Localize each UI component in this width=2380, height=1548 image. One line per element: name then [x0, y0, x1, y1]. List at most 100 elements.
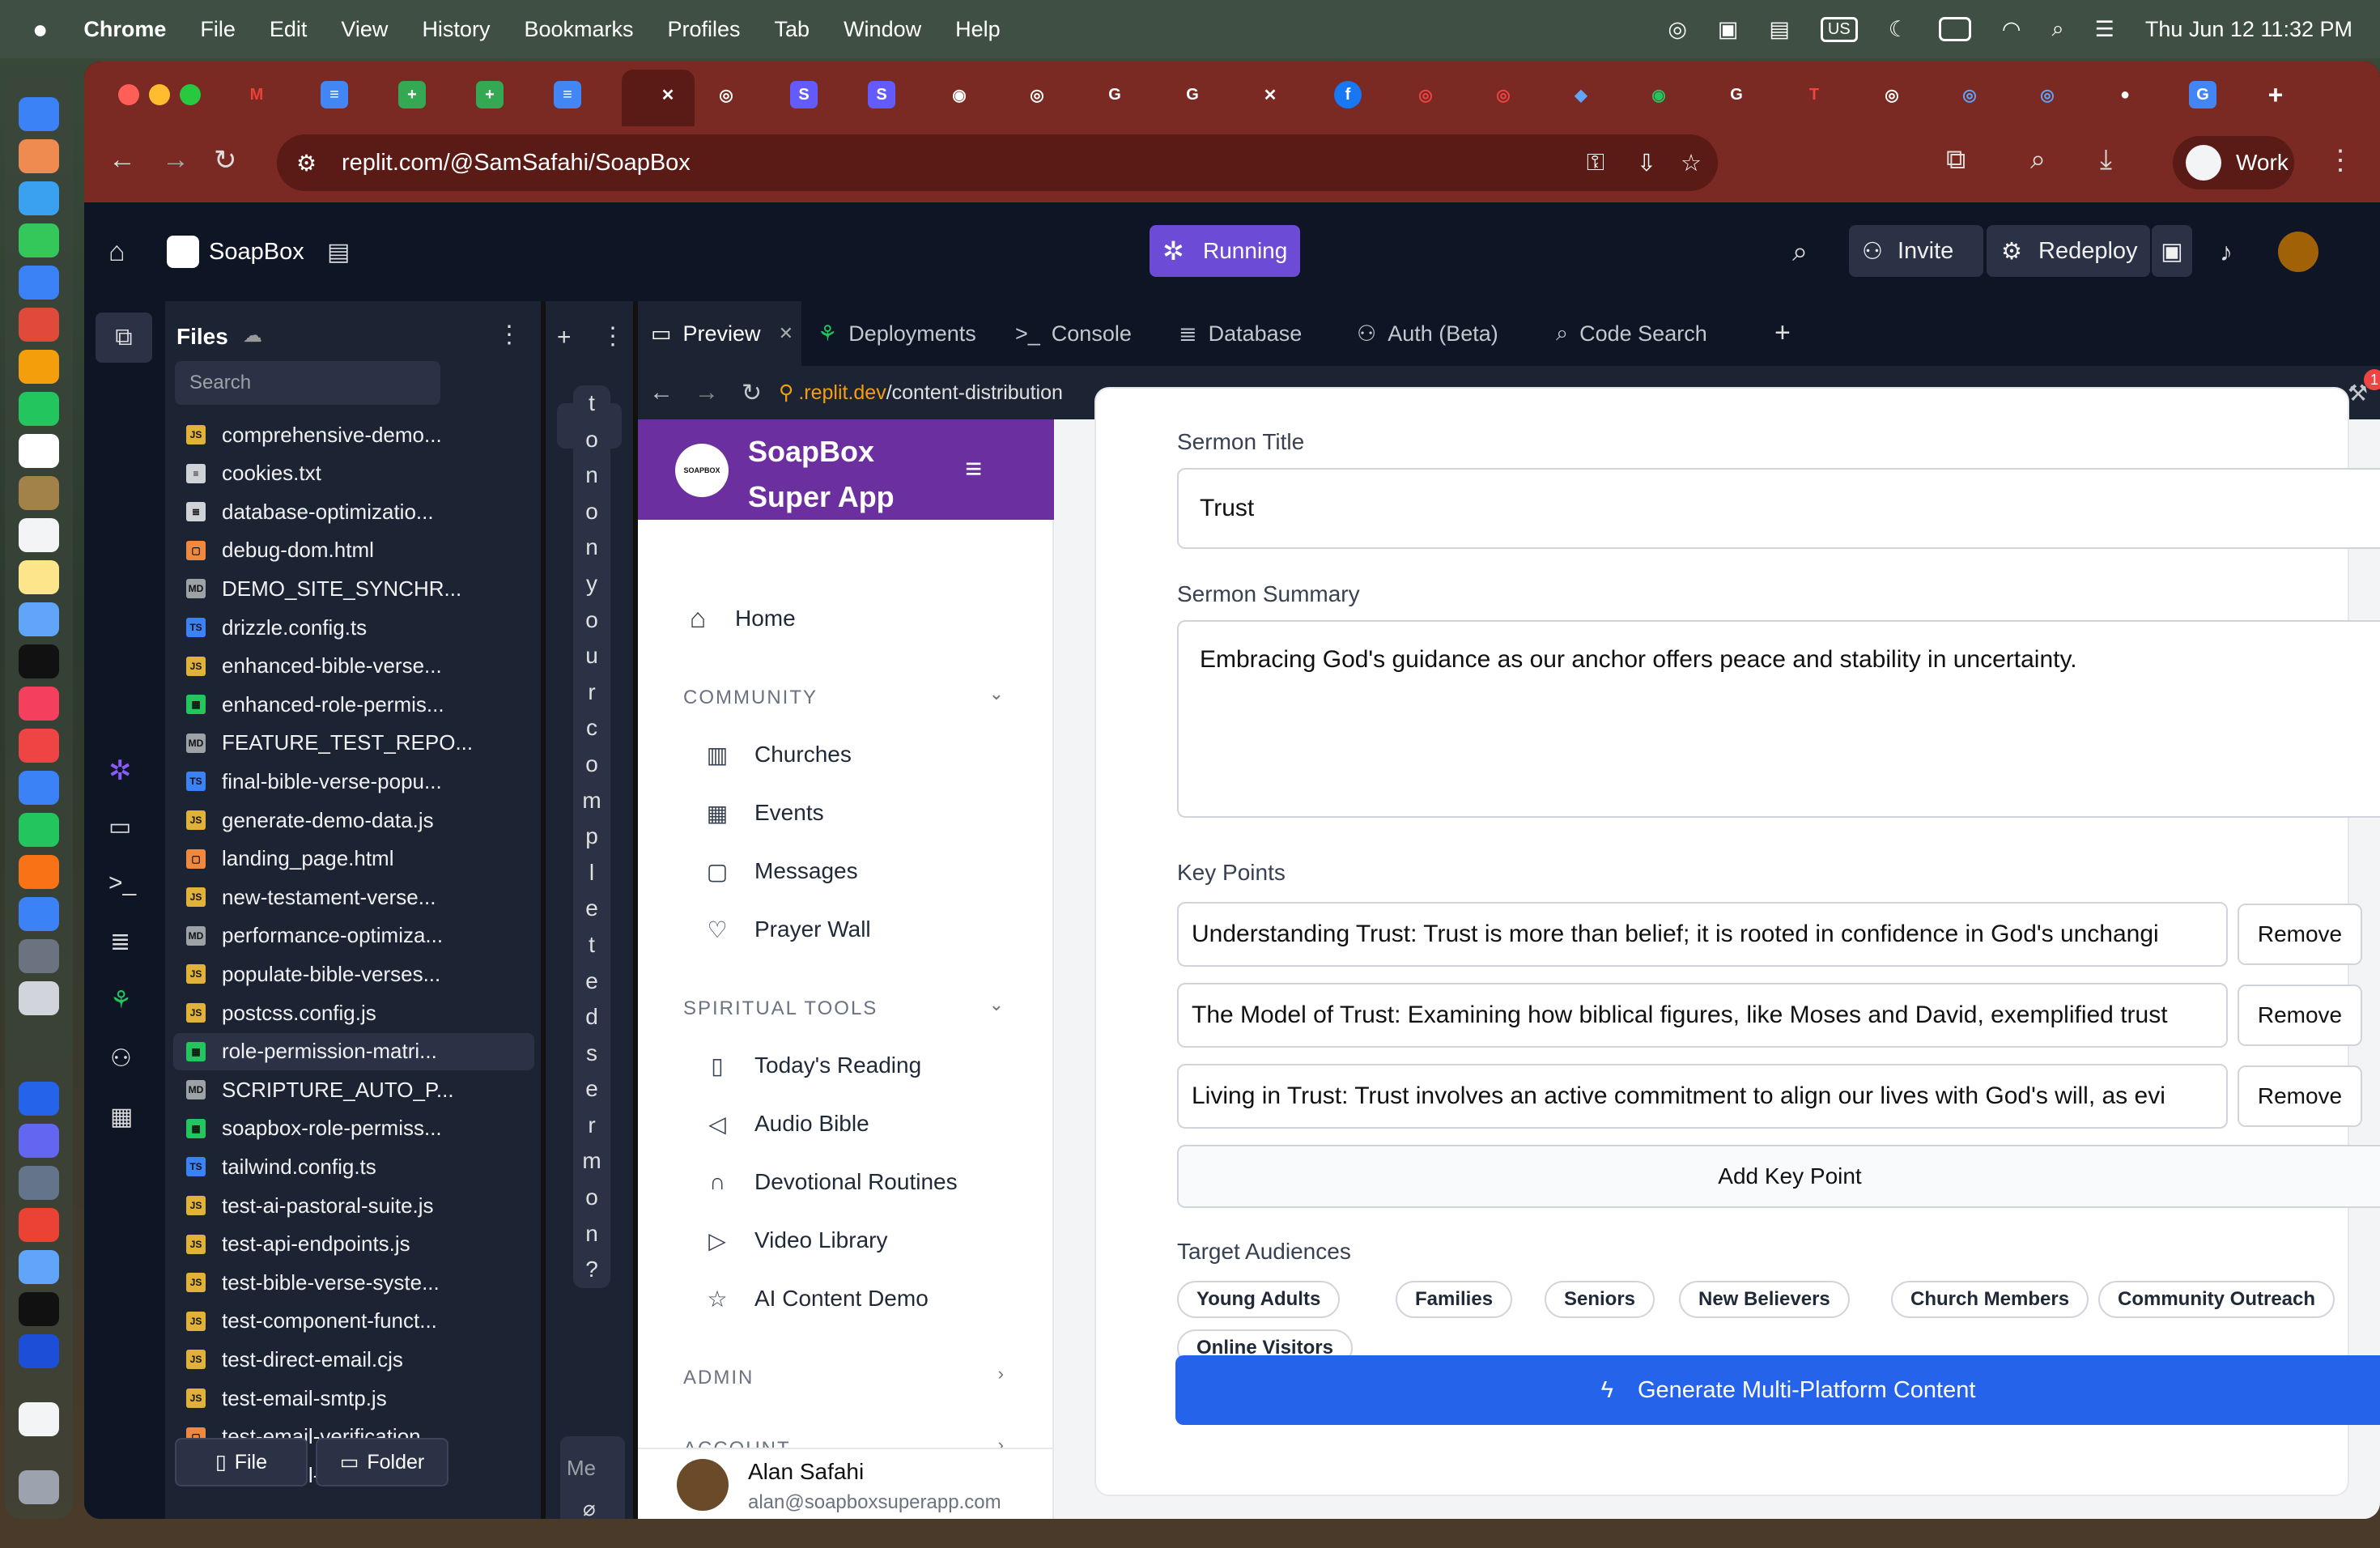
file-search-input[interactable]: Search — [175, 361, 440, 405]
preview-reload-icon[interactable]: ↻ — [742, 379, 762, 407]
file-item[interactable]: ▦ enhanced-role-permis... — [173, 686, 534, 723]
keyboard-input-indicator[interactable]: US — [1820, 16, 1858, 42]
close-tab-icon[interactable]: ✕ — [779, 323, 793, 344]
mail-icon[interactable] — [19, 266, 59, 300]
run-status-button[interactable]: ✲ Running — [1150, 225, 1300, 277]
file-item[interactable]: JS comprehensive-demo... — [173, 416, 534, 453]
nav-messages[interactable]: ▢ Messages — [703, 857, 858, 886]
file-item[interactable]: JS test-ai-pastoral-suite.js — [173, 1187, 534, 1224]
more-menu-icon[interactable]: ⋮ — [2327, 144, 2354, 176]
audience-chip[interactable]: Families — [1396, 1281, 1513, 1318]
project-name[interactable]: SoapBox — [209, 239, 304, 266]
hamburger-icon[interactable]: ≡ — [965, 452, 982, 486]
file-item[interactable]: MD DEMO_SITE_SYNCHR... — [173, 570, 534, 607]
safari-icon[interactable] — [19, 181, 59, 215]
menu-history[interactable]: History — [422, 17, 490, 42]
chromium-icon[interactable]: ◉ — [1645, 81, 1672, 108]
file-item[interactable]: ▢ debug-dom.html — [173, 532, 534, 569]
section-admin[interactable]: ADMIN — [683, 1367, 754, 1389]
file-item[interactable]: ▢ landing_page.html — [173, 840, 534, 878]
reload-icon[interactable]: ↻ — [214, 144, 237, 176]
docs-icon[interactable]: ≡ — [321, 81, 348, 108]
control-center-icon[interactable]: ☰ — [2095, 17, 2114, 42]
freeform-icon[interactable] — [19, 602, 59, 636]
news-icon[interactable] — [19, 729, 59, 763]
gsuite-icon[interactable]: G — [2189, 81, 2216, 108]
file-item[interactable]: ≣ database-optimizatio... — [173, 493, 534, 530]
remove-key-point-button[interactable]: Remove — [2238, 904, 2362, 965]
reminders-icon[interactable] — [19, 518, 59, 552]
chromium-icon[interactable]: ◉ — [946, 81, 973, 108]
sheets-icon[interactable]: + — [476, 81, 504, 108]
bookmark-star-icon[interactable]: ☆ — [1681, 149, 1702, 177]
new-tab-icon[interactable]: + — [2262, 80, 2289, 109]
install-app-icon[interactable]: ⇩ — [1637, 149, 1656, 177]
new-file-button[interactable]: ▯ File — [175, 1438, 308, 1486]
moon-icon[interactable]: ☾ — [1889, 17, 1908, 42]
new-folder-button[interactable]: ▭ Folder — [316, 1438, 448, 1486]
menu-tab[interactable]: Tab — [775, 17, 810, 42]
status-icon[interactable]: ◎ — [1668, 17, 1687, 42]
google-icon[interactable]: G — [1101, 81, 1128, 108]
address-bar[interactable]: ⚙ replit.com/@SamSafahi/SoapBox ⚿ ⇩ ☆ — [277, 134, 1718, 191]
preview-forward-icon[interactable]: → — [695, 379, 719, 406]
new-chat-icon[interactable]: + — [557, 324, 572, 351]
add-tab-icon[interactable]: + — [1774, 317, 1791, 349]
tab-code-search[interactable]: ⌕ Code Search — [1543, 301, 1740, 366]
agent-icon[interactable]: ✲ — [108, 755, 132, 787]
settings-icon[interactable] — [19, 939, 59, 973]
forward-icon[interactable]: → — [162, 144, 189, 176]
menu-file[interactable]: File — [200, 17, 236, 42]
user-profile[interactable]: Alan Safahi alan@soapboxsuperapp.com — [638, 1448, 1052, 1519]
nav-ai-content-demo[interactable]: ☆ AI Content Demo — [703, 1284, 928, 1313]
file-item[interactable]: TS tailwind.config.ts — [173, 1148, 534, 1185]
stripe-icon[interactable]: S — [790, 81, 818, 108]
openai-icon[interactable]: ◎ — [2034, 81, 2061, 108]
github-icon[interactable]: ● — [2111, 81, 2139, 108]
menu-edit[interactable]: Edit — [270, 17, 308, 42]
password-key-icon[interactable]: ⚿ — [1587, 150, 1604, 176]
file-item[interactable]: JS test-direct-email.cjs — [173, 1341, 534, 1378]
search-icon[interactable]: ⌕ — [1792, 236, 1808, 268]
file-item[interactable]: MD FEATURE_TEST_REPO... — [173, 725, 534, 762]
all-tools-icon[interactable]: ▦ — [110, 1103, 133, 1131]
extensions-icon[interactable]: ⧉ — [1946, 144, 1966, 176]
zoom-window-button[interactable] — [180, 84, 201, 105]
key-point-input[interactable]: Understanding Trust: Trust is more than … — [1177, 902, 2228, 967]
audience-chip[interactable]: Young Adults — [1177, 1281, 1341, 1318]
numbers-icon[interactable] — [19, 813, 59, 847]
facetime-icon[interactable] — [19, 392, 59, 426]
close-window-button[interactable] — [118, 84, 139, 105]
outlook-icon[interactable]: ▣ — [1718, 17, 1739, 42]
file-item[interactable]: JS test-email-smtp.js — [173, 1380, 534, 1417]
file-item[interactable]: TS drizzle.config.ts — [173, 609, 534, 646]
dropbox-icon[interactable]: ◆ — [1567, 81, 1595, 108]
file-item[interactable]: JS populate-bible-verses... — [173, 955, 534, 993]
apple-icon[interactable]: ● — [32, 15, 48, 45]
audience-chip[interactable]: Community Outreach — [2098, 1281, 2335, 1318]
menu-help[interactable]: Help — [955, 17, 1001, 42]
chevron-down-icon[interactable]: ⌄ — [989, 683, 1004, 704]
remove-key-point-button[interactable]: Remove — [2238, 1065, 2362, 1127]
sermon-summary-textarea[interactable]: Embracing God's guidance as our anchor o… — [1177, 620, 2380, 818]
deployments-toggle-button[interactable]: ▣ — [2152, 225, 2192, 277]
file-item[interactable]: ▦ role-permission-matri... — [173, 1032, 534, 1070]
openai-icon[interactable]: ◎ — [712, 81, 740, 108]
audience-chip[interactable]: Church Members — [1891, 1281, 2089, 1318]
back-icon[interactable]: ← — [108, 144, 136, 176]
deployments-icon[interactable]: ⚘ — [110, 986, 132, 1014]
nav-audio-bible[interactable]: ◁ Audio Bible — [703, 1109, 869, 1138]
project-info-icon[interactable]: ▤ — [327, 238, 350, 266]
file-item[interactable]: JS postcss.config.js — [173, 994, 534, 1031]
chevron-down-icon[interactable]: ⌄ — [989, 994, 1004, 1015]
section-community[interactable]: COMMUNITY — [683, 687, 818, 709]
target-icon[interactable]: ◎ — [1412, 81, 1439, 108]
document-icon[interactable] — [19, 1402, 59, 1436]
auth-icon[interactable]: ⚇ — [110, 1044, 132, 1073]
tab-deployments[interactable]: ⚘ Deployments — [805, 301, 999, 366]
tab-preview[interactable]: ▭ Preview ✕ — [638, 301, 801, 366]
chrome-app-icon[interactable] — [19, 1208, 59, 1242]
maps-icon[interactable] — [19, 1250, 59, 1284]
file-item[interactable]: JS test-api-endpoints.js — [173, 1226, 534, 1263]
google-icon[interactable]: G — [1179, 81, 1206, 108]
